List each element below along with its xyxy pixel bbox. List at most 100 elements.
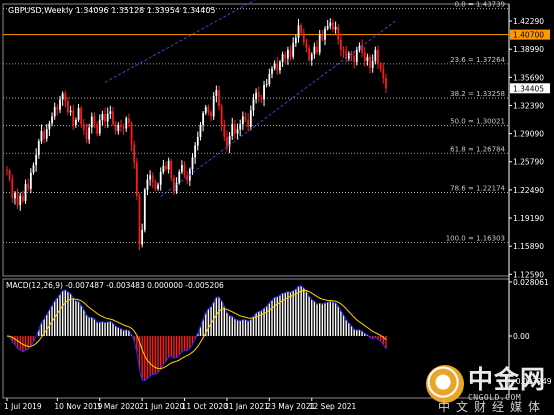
time-axis-label: 1 Jul 2019 (4, 402, 42, 411)
candle-bear (308, 48, 310, 61)
macd-axis-label: 0.028061 (513, 278, 549, 287)
candle-bear (85, 130, 88, 140)
fib-level-label: 61.8 = 1.26784 (450, 145, 505, 153)
candle-bull (61, 93, 64, 100)
price-axis-label: 1.22490 (513, 186, 544, 195)
candle-bull (125, 118, 128, 129)
price-axis-label: 1.42290 (513, 17, 544, 26)
candle-bull (167, 160, 170, 170)
candle-bull (294, 38, 297, 44)
price-axis-label: 1.38990 (513, 45, 544, 54)
candle-bear (186, 175, 189, 181)
candle-bull (297, 25, 300, 39)
candle-bull (75, 119, 77, 125)
fib-level-label: 0.0 = 1.43739 (455, 1, 505, 9)
candle-bull (273, 63, 276, 69)
candle-bull (202, 113, 204, 125)
candle-bull (318, 33, 321, 53)
candle-bull (48, 123, 51, 130)
candle-bear (276, 63, 279, 71)
candle-bear (27, 183, 30, 189)
candle-bear (151, 175, 154, 183)
candle-bear (226, 136, 228, 147)
candle-bull (24, 183, 27, 201)
price-axis-label: 1.25790 (513, 158, 544, 167)
watermark-text: 中金网 CNGOLD.COM (467, 364, 546, 402)
fib-level-label: 100.0 = 1.16303 (446, 235, 505, 243)
candle-bear (165, 165, 167, 170)
candle-bull (146, 179, 149, 190)
candle-bull (106, 113, 109, 122)
candle-bull (329, 22, 332, 27)
candle-bull (281, 54, 284, 62)
candle-bull (191, 157, 194, 170)
candle-bear (56, 107, 59, 110)
candle-bear (321, 33, 324, 40)
candle-bull (178, 171, 181, 183)
candle-bull (239, 124, 242, 130)
candle-bear (135, 162, 138, 196)
candle-bear (170, 160, 173, 178)
candle-bear (122, 126, 125, 129)
candle-bear (289, 49, 292, 57)
candle-bear (234, 124, 236, 134)
candle-bull (196, 136, 199, 146)
candle-bull (88, 127, 91, 140)
candle-bull (181, 165, 183, 172)
candle-bear (80, 107, 83, 125)
candle-bear (183, 165, 186, 176)
candle-bear (22, 195, 24, 201)
candle-bear (379, 64, 382, 69)
candle-bull (19, 195, 22, 206)
candle-bull (347, 53, 350, 59)
candle-bear (72, 110, 75, 125)
candle-bear (382, 68, 385, 79)
candle-bull (32, 165, 35, 173)
watermark-brand: 中金网 (467, 364, 546, 394)
candle-bull (204, 107, 207, 114)
candle-bull (149, 175, 151, 180)
candle-bear (342, 49, 345, 52)
candle-bull (334, 26, 337, 30)
chart-canvas[interactable]: 1.42290 1.38990 1.35690 1.32390 1.29090 1.257… (0, 0, 554, 413)
candle-bull (69, 110, 72, 113)
time-axis-label: 21 Jun 2020 (139, 402, 184, 411)
lower-channel-line (160, 19, 397, 197)
time-axis-label: 1 Mar 2020 (97, 402, 140, 411)
candle-bull (194, 145, 197, 158)
current-price-value: 1.34405 (513, 84, 544, 93)
price-axis-label: 1.29090 (513, 130, 544, 139)
candle-bull (236, 129, 239, 134)
candle-bear (223, 124, 226, 137)
price-axis-label: 1.35690 (513, 73, 544, 82)
candle-bear (207, 107, 210, 113)
candle-bear (369, 56, 371, 68)
candle-bear (247, 119, 250, 127)
candle-bull (141, 229, 144, 245)
candle-bull (255, 92, 257, 100)
fib-level-label: 50.0 = 1.30021 (450, 118, 505, 126)
candle-bear (93, 116, 96, 125)
candle-bear (96, 124, 98, 134)
candle-bear (300, 25, 303, 33)
candle-bear (284, 54, 287, 59)
candle-bear (173, 177, 175, 192)
candle-bull (324, 28, 326, 40)
candle-bull (53, 107, 56, 117)
candle-bull (249, 110, 252, 127)
candle-bear (363, 52, 366, 62)
candle-bear (257, 92, 260, 97)
candle-bull (252, 99, 255, 111)
candle-bear (154, 182, 157, 189)
candle-bull (265, 84, 268, 85)
candle-bull (77, 107, 80, 120)
macd-legend: MACD(12,26,9) -0.007487 -0.003483 0.0000… (6, 281, 224, 290)
candle-bull (157, 184, 159, 189)
candle-bear (302, 32, 305, 43)
candle-bull (268, 73, 271, 85)
candle-bear (64, 93, 67, 102)
candle-bull (199, 124, 202, 137)
chart-header: GBPUSD,Weekly 1.34096 1.35128 1.33954 1.… (8, 6, 216, 15)
candle-bear (104, 113, 106, 122)
candle-bear (305, 42, 308, 49)
